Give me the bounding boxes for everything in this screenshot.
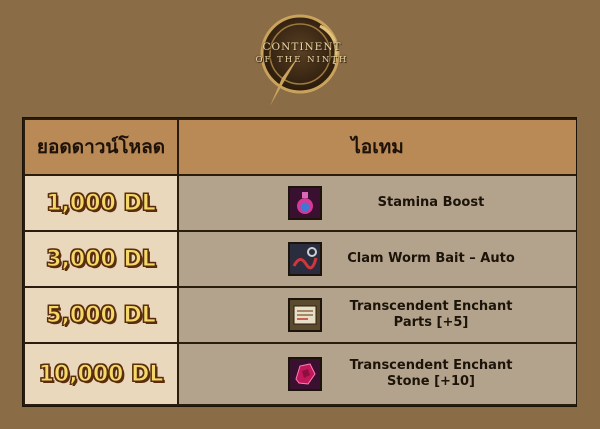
download-amount: 3,000 DL [46,246,157,272]
header-items: ไอเทม [351,136,404,158]
item-name-line2: Parts [+5] [393,315,469,330]
enchant-parts-icon [288,298,322,332]
amount-cell: 1,000 DL [25,176,177,230]
item-name-line1: Stamina Boost [377,195,485,210]
amount-cell: 10,000 DL [25,344,177,404]
table-header: ยอดดาวน์โหลด ไอเทม [25,120,576,174]
logo-title: CONTINENT [262,41,342,53]
table-row: 5,000 DL Transcendent Enchant Parts [+5] [25,288,576,342]
table-row: 3,000 DL Clam Worm Bait – Auto [25,232,576,286]
header-downloads: ยอดดาวน์โหลด [36,136,166,158]
item-cell: Stamina Boost [179,176,576,230]
amount-cell: 3,000 DL [25,232,177,286]
item-name: Transcendent Enchant Parts [+5] [341,299,521,331]
table-row: 1,000 DL Stamina Boost [25,176,576,230]
amount-cell: 5,000 DL [25,288,177,342]
table-row: 10,000 DL Transcendent Enchant Stone [+1… [25,344,576,404]
item-name-line1: Transcendent Enchant [349,299,513,314]
download-amount: 1,000 DL [46,190,157,216]
item-cell: Clam Worm Bait – Auto [179,232,576,286]
item-cell: Transcendent Enchant Stone [+10] [179,344,576,404]
item-name-line1: Clam Worm Bait – Auto [347,251,515,266]
worm-bait-icon [288,242,322,276]
download-amount: 10,000 DL [38,361,164,387]
download-amount: 5,000 DL [46,302,157,328]
item-name-line2: Stone [+10] [387,374,475,389]
reward-table: ยอดดาวน์โหลด ไอเทม 1,000 DL Stamina Boos… [22,117,577,407]
item-name: Stamina Boost [341,195,521,211]
game-logo: CONTINENT OF THE NINTH [242,8,362,113]
item-name-line1: Transcendent Enchant [349,358,513,373]
header-downloads-cell: ยอดดาวน์โหลด [25,120,177,174]
item-name: Clam Worm Bait – Auto [341,251,521,267]
header-items-cell: ไอเทม [179,120,576,174]
enchant-stone-icon [288,357,322,391]
logo-subtitle: OF THE NINTH [255,55,349,65]
item-cell: Transcendent Enchant Parts [+5] [179,288,576,342]
stamina-potion-icon [288,186,322,220]
item-name: Transcendent Enchant Stone [+10] [341,358,521,390]
